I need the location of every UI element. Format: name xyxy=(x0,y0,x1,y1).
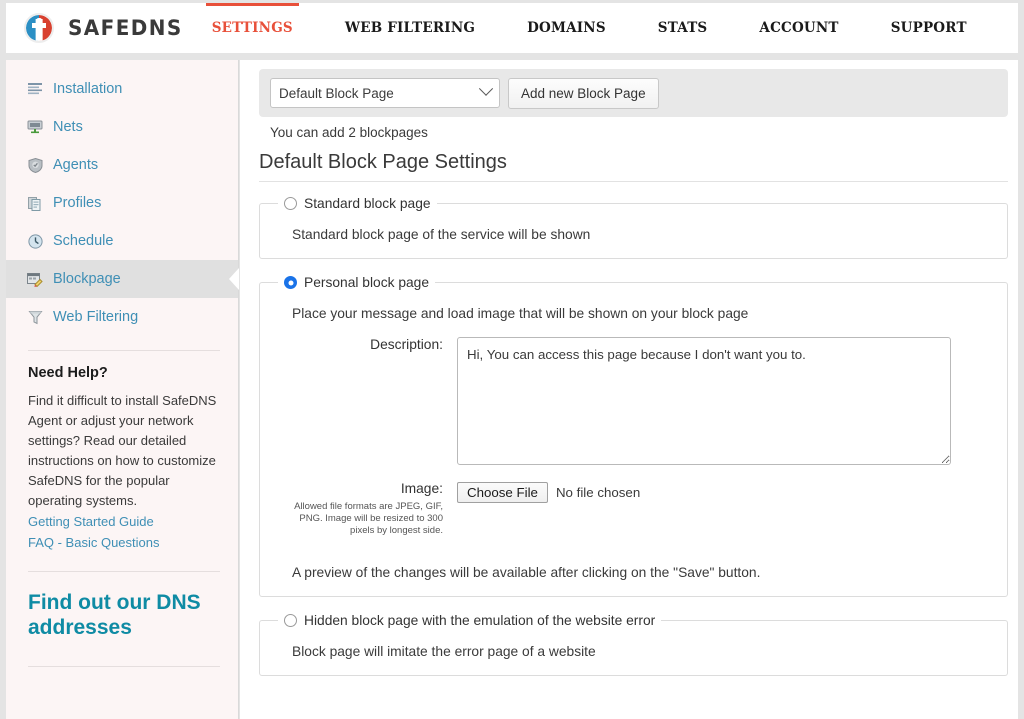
documents-icon xyxy=(26,195,44,211)
page-title: Default Block Page Settings xyxy=(259,151,507,173)
brand-name: SAFEDNS xyxy=(68,16,183,40)
nav-item-settings[interactable]: SETTINGS xyxy=(205,3,300,53)
description-textarea[interactable] xyxy=(457,337,951,465)
personal-block-page-description: Place your message and load image that w… xyxy=(292,306,749,321)
description-label: Description: xyxy=(370,337,443,352)
help-box: Need Help? Find it difficult to install … xyxy=(28,350,220,553)
image-label-column: Image: Allowed file formats are JPEG, GI… xyxy=(292,481,457,537)
sidebar-item-label: Nets xyxy=(53,119,83,135)
personal-block-page-legend[interactable]: Personal block page xyxy=(278,275,435,290)
sidebar-item-web-filtering[interactable]: Web Filtering xyxy=(6,298,238,336)
add-new-block-page-button[interactable]: Add new Block Page xyxy=(508,77,659,109)
nav-item-account[interactable]: ACCOUNT xyxy=(759,3,838,53)
section-standard-block-page: Standard block page Standard block page … xyxy=(259,196,1008,259)
blockpage-select-value: Default Block Page xyxy=(279,85,394,101)
lines-icon xyxy=(26,81,44,97)
clock-icon xyxy=(26,233,44,249)
title-divider xyxy=(259,181,1008,182)
image-field-row: Image: Allowed file formats are JPEG, GI… xyxy=(278,481,989,537)
sidebar-menu: Installation Nets Agents Profiles Schedu… xyxy=(6,60,238,336)
standard-block-page-legend[interactable]: Standard block page xyxy=(278,196,437,211)
sidebar-item-nets[interactable]: Nets xyxy=(6,108,238,146)
safedns-shield-logo-icon xyxy=(24,13,54,43)
help-link-getting-started[interactable]: Getting Started Guide xyxy=(28,511,220,532)
radio-standard-block-page[interactable] xyxy=(284,197,297,210)
nav-item-web-filtering[interactable]: WEB FILTERING xyxy=(345,3,475,53)
sidebar-item-label: Profiles xyxy=(53,195,102,211)
radio-hidden-block-page[interactable] xyxy=(284,614,297,627)
sidebar-item-label: Schedule xyxy=(53,233,114,249)
dns-promo-link[interactable]: Find out our DNS addresses xyxy=(28,591,201,639)
hidden-block-page-legend[interactable]: Hidden block page with the emulation of … xyxy=(278,613,661,628)
blockpage-toolbar: Default Block Page Add new Block Page xyxy=(259,69,1008,117)
hidden-block-page-label: Hidden block page with the emulation of … xyxy=(304,613,656,628)
sidebar-item-installation[interactable]: Installation xyxy=(6,70,238,108)
help-title: Need Help? xyxy=(28,365,108,381)
hidden-block-page-description: Block page will imitate the error page o… xyxy=(292,644,596,659)
sidebar-item-profiles[interactable]: Profiles xyxy=(6,184,238,222)
network-icon xyxy=(26,119,44,135)
help-body: Find it difficult to install SafeDNS Age… xyxy=(28,393,217,508)
nav-item-domains[interactable]: DOMAINS xyxy=(527,3,606,53)
radio-personal-block-page[interactable] xyxy=(284,276,297,289)
main-navigation: SETTINGS WEB FILTERING DOMAINS STATS ACC… xyxy=(186,3,993,53)
help-link-faq[interactable]: FAQ - Basic Questions xyxy=(28,532,220,553)
file-status-text: No file chosen xyxy=(555,484,641,500)
sidebar-item-label: Blockpage xyxy=(53,271,121,287)
quota-hint: You can add 2 blockpages xyxy=(270,125,428,140)
blockpage-icon xyxy=(26,271,44,287)
description-label-column: Description: xyxy=(292,337,457,465)
standard-block-page-description: Standard block page of the service will … xyxy=(292,227,591,242)
sidebar-divider xyxy=(28,666,220,667)
choose-file-button[interactable]: Choose File xyxy=(457,481,548,503)
sidebar-item-blockpage[interactable]: Blockpage xyxy=(6,260,238,298)
section-personal-block-page: Personal block page Place your message a… xyxy=(259,275,1008,597)
chevron-down-icon xyxy=(478,81,494,96)
app-header: SAFEDNS SETTINGS WEB FILTERING DOMAINS S… xyxy=(6,3,1018,53)
main-content: Default Block Page Add new Block Page Yo… xyxy=(240,60,1018,719)
funnel-icon xyxy=(26,309,44,325)
brand-logo[interactable]: SAFEDNS xyxy=(24,13,186,43)
sidebar-item-label: Web Filtering xyxy=(53,309,139,325)
image-label: Image: xyxy=(400,481,443,496)
sidebar: Installation Nets Agents Profiles Schedu… xyxy=(6,60,239,719)
sidebar-item-label: Agents xyxy=(53,157,99,173)
personal-block-page-label: Personal block page xyxy=(304,275,430,290)
standard-block-page-label: Standard block page xyxy=(304,196,431,211)
preview-note: A preview of the changes will be availab… xyxy=(292,565,761,580)
blockpage-select[interactable]: Default Block Page xyxy=(270,78,500,108)
sidebar-item-agents[interactable]: Agents xyxy=(6,146,238,184)
nav-item-support[interactable]: SUPPORT xyxy=(891,3,967,53)
shield-icon xyxy=(26,157,44,173)
file-input[interactable]: Choose File No file chosen xyxy=(457,481,640,503)
sidebar-item-label: Installation xyxy=(53,81,123,97)
section-hidden-block-page: Hidden block page with the emulation of … xyxy=(259,613,1008,676)
nav-item-stats[interactable]: STATS xyxy=(658,3,708,53)
dns-promo: Find out our DNS addresses xyxy=(28,571,220,640)
image-format-note: Allowed file formats are JPEG, GIF, PNG.… xyxy=(294,501,443,536)
description-field-row: Description: xyxy=(278,337,989,465)
sidebar-item-schedule[interactable]: Schedule xyxy=(6,222,238,260)
